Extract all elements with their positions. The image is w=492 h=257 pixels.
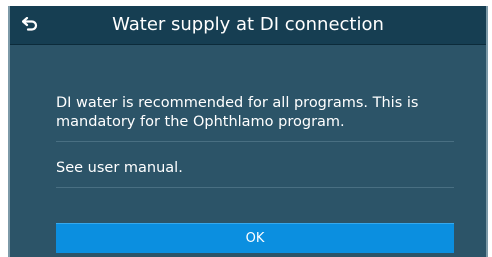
back-arrow-icon [21, 16, 38, 35]
manual-reference-text: See user manual. [56, 159, 454, 188]
dialog-title: Water supply at DI connection [112, 14, 384, 35]
message-text: DI water is recommended for all programs… [56, 94, 454, 142]
dialog-window: Water supply at DI connection DI water i… [8, 6, 488, 257]
ok-button[interactable]: OK [56, 223, 454, 253]
message-area: DI water is recommended for all programs… [56, 94, 454, 188]
back-button[interactable] [10, 6, 50, 44]
title-bar: Water supply at DI connection [10, 6, 486, 45]
